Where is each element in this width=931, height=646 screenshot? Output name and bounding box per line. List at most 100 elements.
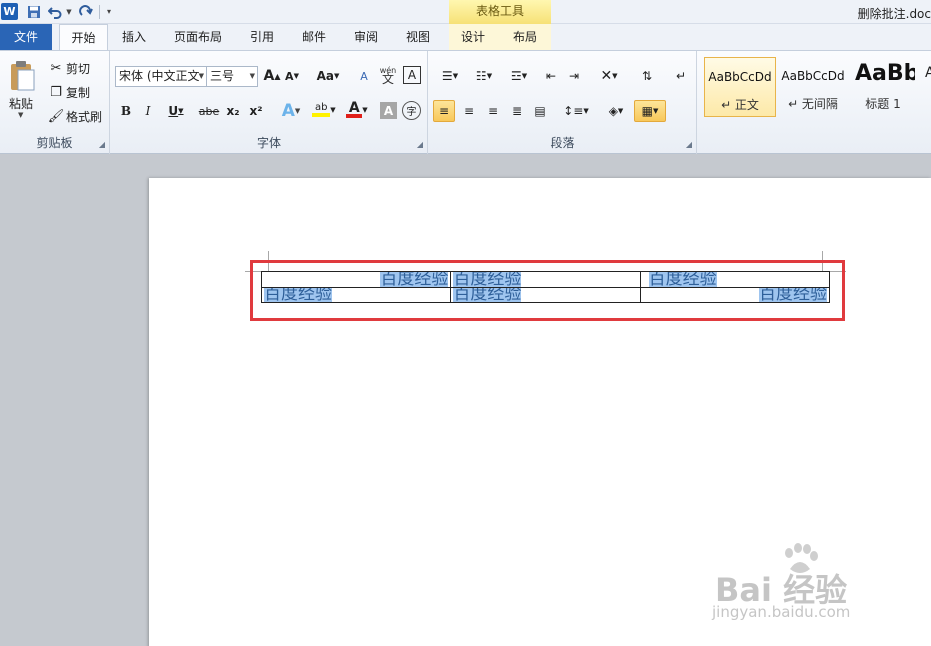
tab-mailings[interactable]: 邮件 [292,24,336,51]
show-marks-button[interactable]: ↵ [671,66,691,86]
chinese-layout-button[interactable]: ✕ ▼ [594,66,624,86]
style-heading-1-sample: AaBb [855,61,915,86]
bullets-button[interactable]: ☰ ▼ [435,66,465,86]
clipboard-launcher-icon[interactable]: ◢ [99,140,105,149]
underline-button[interactable]: U ▼ [163,101,189,121]
save-icon[interactable] [26,2,42,21]
subscript-icon: x₂ [226,104,240,118]
cut-button[interactable]: ✂ 剪切 [46,59,90,77]
numbering-button[interactable]: ☷ ▼ [469,66,499,86]
table-tools-title: 表格工具 [449,0,551,25]
text-effects-button[interactable]: A ▼ [277,101,305,121]
increase-indent-icon: ⇥ [568,69,580,83]
paste-dropdown-icon[interactable]: ▼ [18,111,23,119]
style-normal[interactable]: AaBbCcDd ↵ 正文 [704,57,776,117]
line-spacing-icon: ↕≡ [563,104,584,118]
style-no-spacing-name: ↵ 无间隔 [788,97,838,111]
highlight-annotation-box [250,260,845,321]
sort-icon: ⇅ [641,69,653,83]
style-no-spacing-sample: AaBbCcDd [781,69,845,83]
font-size-combo[interactable]: 三号 ▼ [206,66,258,87]
align-right-icon: ≡ [487,104,499,118]
word-app-icon[interactable]: W [1,3,18,20]
highlight-button[interactable]: ab ▼ [309,99,339,121]
paint-bucket-icon: ◈ [608,104,618,118]
copy-label: 复制 [66,85,91,100]
tab-file[interactable]: 文件 [0,24,52,51]
style-heading-1-name: 标题 1 [865,97,901,111]
format-painter-button[interactable]: 🖌 格式刷 [46,107,102,125]
tab-insert[interactable]: 插入 [112,24,156,51]
line-spacing-button[interactable]: ↕≡ ▼ [561,100,591,122]
numbered-list-icon: ☷ [475,69,487,83]
multilevel-list-icon: ☲ [510,69,522,83]
align-center-button[interactable]: ≡ [458,100,480,122]
phonetic-guide-button[interactable]: wén 文 [377,64,399,86]
font-color-button[interactable]: A ▼ [343,99,371,121]
clipboard-group-label: 剪贴板 [36,136,73,150]
ribbon-tabs: 文件 开始 插入 页面布局 引用 邮件 审阅 视图 设计 布局 [0,24,931,52]
align-center-icon: ≡ [463,104,475,118]
tab-layout[interactable]: 布局 [503,24,547,51]
tab-page-layout[interactable]: 页面布局 [164,24,232,51]
tab-design[interactable]: 设计 [451,24,495,51]
paste-button[interactable] [6,57,38,97]
multilevel-list-button[interactable]: ☲ ▼ [503,66,535,86]
styles-gallery: AaBbCcDd ↵ 正文 AaBbCcDd ↵ 无间隔 AaBb 标题 1 A [703,57,931,117]
bold-button[interactable]: B [117,101,135,121]
undo-icon[interactable] [48,2,62,21]
change-case-button[interactable]: Aa ▼ [314,66,342,86]
superscript-button[interactable]: x² [247,101,265,121]
increase-indent-button[interactable]: ⇥ [564,66,584,86]
style-no-spacing[interactable]: AaBbCcDd ↵ 无间隔 [777,57,849,117]
chinese-layout-icon: ✕ [600,68,613,84]
paragraph-mark-icon: ↵ [675,69,687,83]
style-heading-1[interactable]: AaBb 标题 1 [851,57,915,117]
paragraph-launcher-icon[interactable]: ◢ [686,140,692,149]
customize-qat-icon[interactable]: ▾ [104,2,114,21]
style-next-partial[interactable]: A [925,65,931,87]
shading-button[interactable]: ◈ ▼ [601,100,631,122]
font-launcher-icon[interactable]: ◢ [417,140,423,149]
borders-icon: ▦ [641,104,653,118]
distributed-button[interactable]: ▤ [529,100,551,122]
justify-button[interactable]: ≣ [506,100,528,122]
copy-button[interactable]: ❐ 复制 [46,83,90,101]
decrease-indent-button[interactable]: ⇤ [541,66,561,86]
italic-icon: I [145,104,151,118]
baidu-jingyan-watermark: Bai 经验 jingyan.baidu.com [700,543,890,633]
strikethrough-button[interactable]: abe [197,101,221,121]
enclose-char-button[interactable]: 字 [402,101,421,120]
clear-format-button[interactable]: A [354,66,374,86]
shrink-font-icon: A [285,69,294,83]
watermark-url: jingyan.baidu.com [712,603,851,621]
cut-label: 剪切 [66,61,91,76]
char-border-button[interactable]: A [403,66,421,84]
grow-font-icon: A [263,68,275,84]
sort-button[interactable]: ⇅ [637,66,657,86]
char-shading-button[interactable]: A [380,102,397,119]
tab-view[interactable]: 视图 [396,24,440,51]
ribbon: 粘贴 ▼ ✂ 剪切 ❐ 复制 🖌 格式刷 剪贴板 ◢ 宋体 (中文正文 ▼ 三号 ▼ A ▲… [0,50,931,154]
paragraph-group: ☰ ▼ ☷ ▼ ☲ ▼ ⇤ ⇥ ✕ ▼ ⇅ ↵ ≡ ≡ ≡ ≣ ▤ ↕≡ ▼ ◈ ▼ ▦ ▼ … [429,51,697,154]
tab-review[interactable]: 审阅 [344,24,388,51]
borders-button[interactable]: ▦ ▼ [634,100,666,122]
undo-dropdown-icon[interactable]: ▼ [64,2,74,21]
font-color-icon: A [346,101,363,118]
tab-home[interactable]: 开始 [59,24,108,52]
scissors-icon: ✂ [50,60,62,76]
align-left-button[interactable]: ≡ [433,100,455,122]
shrink-font-button[interactable]: A ▼ [283,66,301,86]
tab-references[interactable]: 引用 [240,24,284,51]
qat-separator [99,5,100,19]
redo-icon[interactable] [78,2,94,21]
bold-icon: B [120,104,132,118]
paste-label: 粘贴 [9,97,34,111]
italic-button[interactable]: I [139,101,157,121]
superscript-icon: x² [249,104,263,118]
font-name-combo[interactable]: 宋体 (中文正文 ▼ [115,66,207,87]
align-right-button[interactable]: ≡ [482,100,504,122]
underline-icon: U [168,104,179,118]
grow-font-button[interactable]: A ▲ [263,66,281,86]
subscript-button[interactable]: x₂ [224,101,242,121]
